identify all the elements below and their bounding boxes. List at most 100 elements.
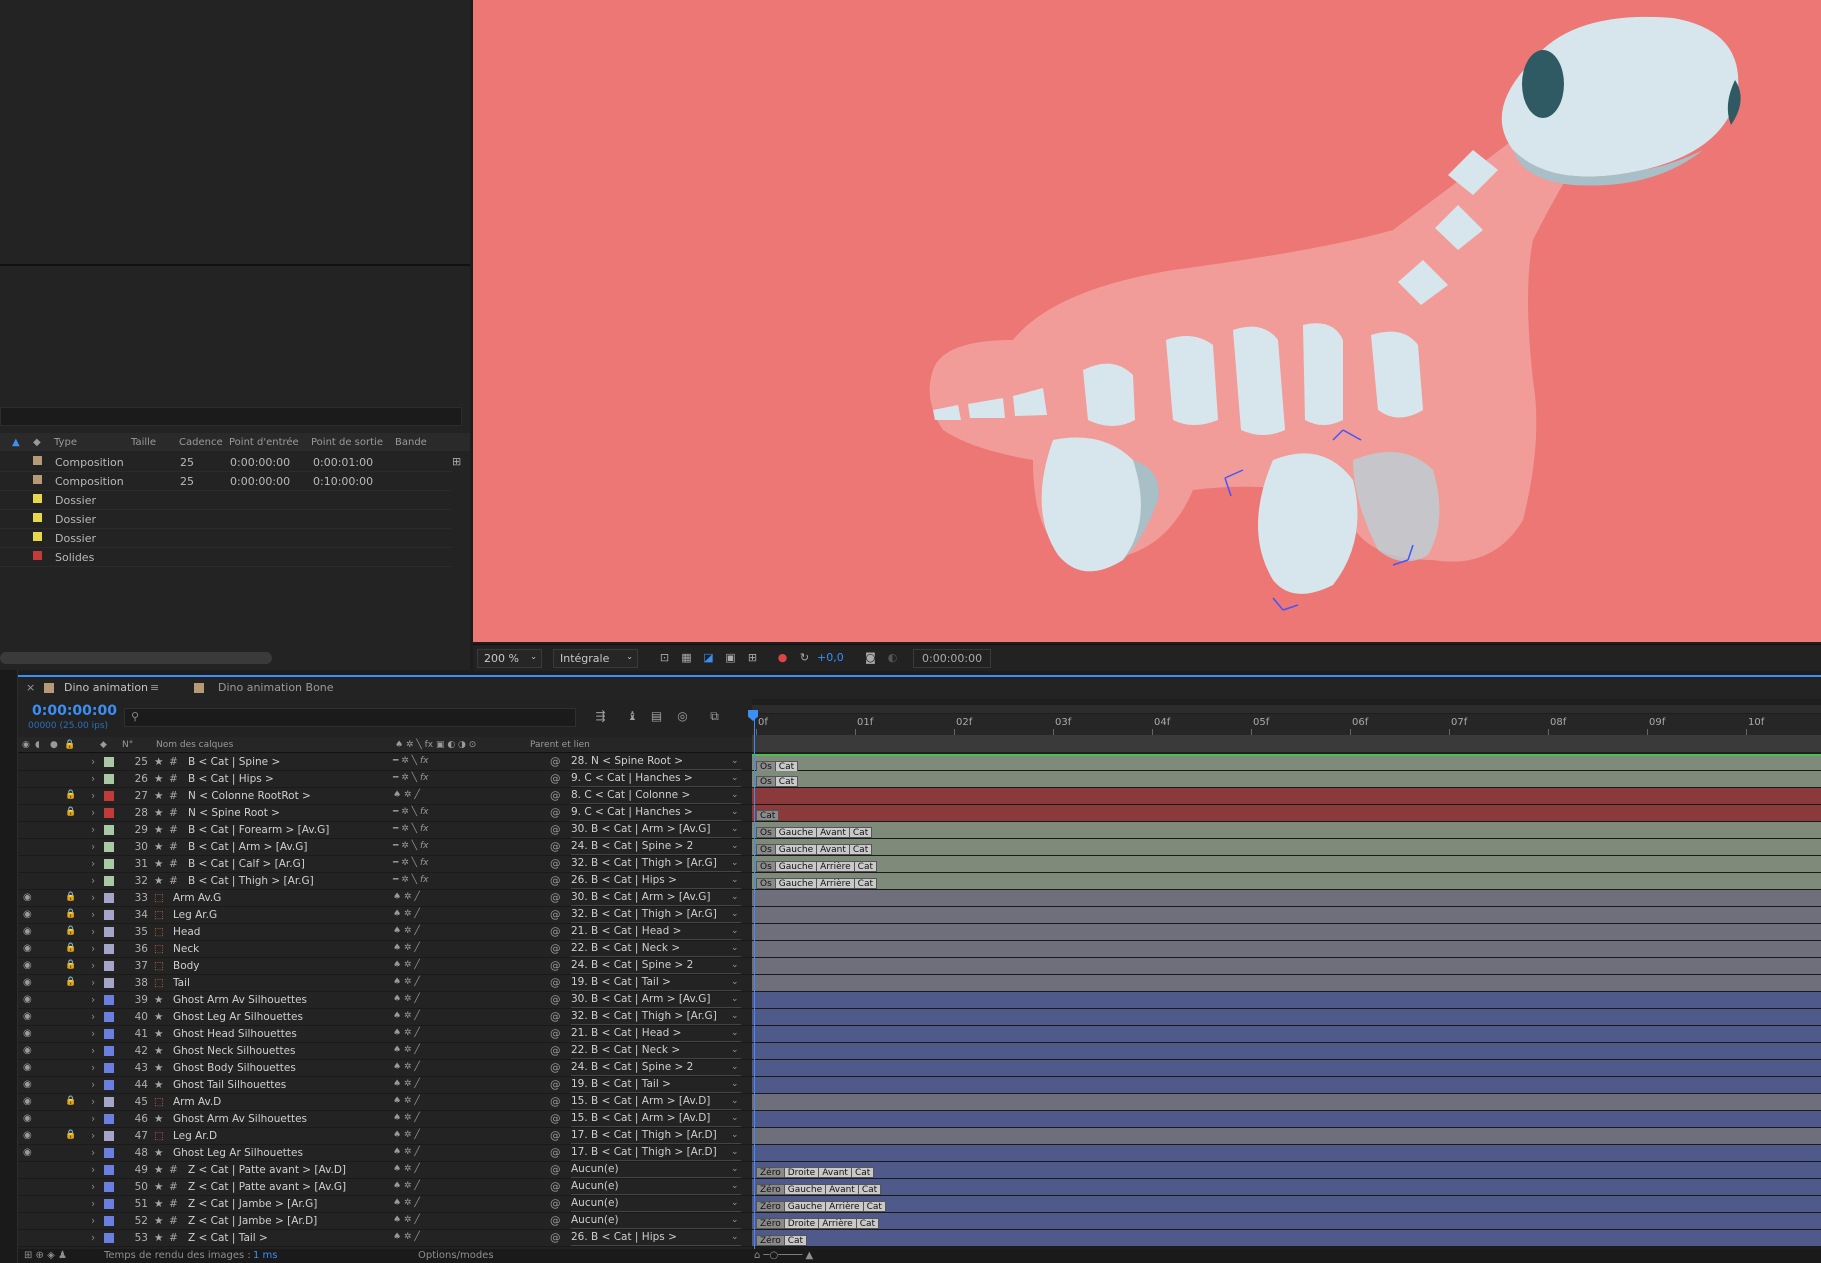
layer-row[interactable]: ◉ 🔒 › 35 ⬚ Head ♠ ✲ ╱ @21. B < Cat | Head > ⌄ <box>18 924 752 941</box>
expand-twirl-icon[interactable]: › <box>91 977 95 989</box>
layer-label-swatch[interactable] <box>104 1063 114 1073</box>
layer-duration-bar[interactable] <box>752 788 1821 805</box>
project-scrollbar[interactable] <box>0 652 272 664</box>
layer-marker-tags[interactable]: Os Gauche Arrière Cat <box>756 859 877 872</box>
layer-switches[interactable]: ♠ ✲ ╱ <box>393 790 420 800</box>
layer-row[interactable]: 🔒 › 28 ★ # N < Spine Root > ━ ✲ ╲ fx @9. C < Ca… <box>18 805 752 822</box>
layer-duration-bar[interactable] <box>752 1111 1821 1128</box>
pickwhip-icon[interactable]: @ <box>550 1079 561 1091</box>
layer-duration-bar[interactable] <box>752 941 1821 958</box>
expand-twirl-icon[interactable]: › <box>91 892 95 904</box>
layer-switches[interactable]: ♠ ✲ ╱ <box>393 909 420 919</box>
expand-twirl-icon[interactable]: › <box>91 1096 95 1108</box>
layer-switches[interactable]: ━ ✲ ╲ fx <box>393 875 428 885</box>
layer-label-swatch[interactable] <box>104 859 114 869</box>
close-tab-icon[interactable]: × <box>26 681 35 694</box>
chevron-down-icon[interactable]: ⌄ <box>731 1096 739 1106</box>
layer-row[interactable]: › 49 ★ # Z < Cat | Patte avant > [Av.D] ♠ ✲ ╱… <box>18 1162 752 1179</box>
layer-row[interactable]: › 52 ★ # Z < Cat | Jambe > [Ar.D] ♠ ✲ ╱ @ Aucun… <box>18 1213 752 1230</box>
layer-row[interactable]: ◉ 🔒 › 33 ⬚ Arm Av.G ♠ ✲ ╱ @30. B < Cat | Arm > … <box>18 890 752 907</box>
layer-row[interactable]: 🔒 › 27 ★ # N < Colonne RootRot > ♠ ✲ ╱ @8. C < … <box>18 788 752 805</box>
expand-twirl-icon[interactable]: › <box>91 858 95 870</box>
pickwhip-icon[interactable]: @ <box>550 858 561 870</box>
layer-label-swatch[interactable] <box>104 1216 114 1226</box>
layer-name[interactable]: Z < Cat | Jambe > [Ar.D] <box>188 1215 317 1227</box>
pickwhip-icon[interactable]: @ <box>550 824 561 836</box>
parent-dropdown[interactable]: Aucun(e) <box>571 1197 741 1212</box>
eye-icon[interactable]: ◉ <box>23 1113 35 1124</box>
expand-twirl-icon[interactable]: › <box>91 1011 95 1023</box>
pickwhip-icon[interactable]: @ <box>550 1198 561 1210</box>
item-label-swatch[interactable] <box>33 513 42 522</box>
layer-row[interactable]: ◉ 🔒 › 34 ⬚ Leg Ar.G ♠ ✲ ╱ @32. B < Cat | Thigh … <box>18 907 752 924</box>
parent-dropdown[interactable]: 19. B < Cat | Tail > <box>571 1078 741 1093</box>
layer-row[interactable]: › 51 ★ # Z < Cat | Jambe > [Ar.G] ♠ ✲ ╱ @ Aucun… <box>18 1196 752 1213</box>
layer-row[interactable]: › 31 ★ # B < Cat | Calf > [Ar.G] ━ ✲ ╲ fx @32.… <box>18 856 752 873</box>
layer-row[interactable]: ◉ › 46 ★ Ghost Arm Av Silhouettes ♠ ✲ ╱ @15. B… <box>18 1111 752 1128</box>
lock-icon[interactable]: 🔒 <box>65 926 76 936</box>
layer-duration-bar[interactable]: Zéro Gauche Avant Cat <box>752 1179 1821 1196</box>
layer-name[interactable]: Ghost Arm Av Silhouettes <box>173 994 307 1006</box>
layer-row[interactable]: ◉ 🔒 › 36 ⬚ Neck ♠ ✲ ╱ @22. B < Cat | Neck > ⌄ <box>18 941 752 958</box>
item-label-swatch[interactable] <box>33 475 42 484</box>
tab-dino-animation[interactable]: Dino animation <box>64 681 148 694</box>
layer-row[interactable]: › 29 ★ # B < Cat | Forearm > [Av.G] ━ ✲ ╲ fx @… <box>18 822 752 839</box>
parent-dropdown[interactable]: 17. B < Cat | Thigh > [Ar.D] <box>571 1129 741 1144</box>
pickwhip-icon[interactable]: @ <box>550 1028 561 1040</box>
layer-row[interactable]: ◉ 🔒 › 37 ⬚ Body ♠ ✲ ╱ @24. B < Cat | Spine > 2 ⌄ <box>18 958 752 975</box>
layer-row[interactable]: › 26 ★ # B < Cat | Hips > ━ ✲ ╲ fx @9. C < Cat… <box>18 771 752 788</box>
layer-name[interactable]: B < Cat | Thigh > [Ar.G] <box>188 875 314 887</box>
layer-marker-tags[interactable]: Os Gauche Arrière Cat <box>756 876 877 889</box>
layer-name[interactable]: Z < Cat | Tail > <box>188 1232 268 1244</box>
layer-label-swatch[interactable] <box>104 876 114 886</box>
expand-twirl-icon[interactable]: › <box>91 1181 95 1193</box>
layer-switches[interactable]: ♠ ✲ ╱ <box>393 1113 420 1123</box>
layer-name[interactable]: Z < Cat | Jambe > [Ar.G] <box>188 1198 317 1210</box>
layer-duration-bar[interactable]: Os Cat <box>752 754 1821 772</box>
layer-duration-bar[interactable] <box>752 992 1821 1009</box>
col-rate[interactable]: Cadence <box>179 437 223 448</box>
lock-icon[interactable]: 🔒 <box>65 909 76 919</box>
expand-twirl-icon[interactable]: › <box>91 1232 95 1244</box>
eye-icon[interactable]: ◉ <box>23 1079 35 1090</box>
chevron-down-icon[interactable]: ⌄ <box>731 1113 739 1123</box>
layer-row[interactable]: ◉ › 42 ★ Ghost Neck Silhouettes ♠ ✲ ╱ @22. B <… <box>18 1043 752 1060</box>
layer-duration-bar[interactable]: Cat <box>752 805 1821 822</box>
layer-duration-bar[interactable] <box>752 1026 1821 1043</box>
parent-dropdown[interactable]: 22. B < Cat | Neck > <box>571 942 741 957</box>
parent-dropdown[interactable]: 30. B < Cat | Arm > [Av.G] <box>571 993 741 1008</box>
expand-twirl-icon[interactable]: › <box>91 807 95 819</box>
layer-label-swatch[interactable] <box>104 1046 114 1056</box>
layer-duration-bar[interactable] <box>752 1094 1821 1111</box>
parent-dropdown[interactable]: 26. B < Cat | Hips > <box>571 874 741 889</box>
layer-switches[interactable]: ♠ ✲ ╱ <box>393 1147 420 1157</box>
pickwhip-icon[interactable]: @ <box>550 994 561 1006</box>
time-ruler[interactable]: 0f 01f 02f 03f 04f 05f 06f 07f 08f 09f 10f <box>752 714 1821 735</box>
layer-duration-bar[interactable]: Os Gauche Avant Cat <box>752 822 1821 839</box>
layer-name[interactable]: Ghost Neck Silhouettes <box>173 1045 296 1057</box>
layer-label-swatch[interactable] <box>104 978 114 988</box>
layer-label-swatch[interactable] <box>104 1199 114 1209</box>
layer-switches[interactable]: ♠ ✲ ╱ <box>393 1045 420 1055</box>
layer-duration-bar[interactable]: Os Gauche Arrière Cat <box>752 856 1821 873</box>
col-tape[interactable]: Bande <box>395 437 427 448</box>
lock-icon[interactable]: 🔒 <box>65 977 76 987</box>
chevron-down-icon[interactable]: ⌄ <box>731 943 739 953</box>
pickwhip-icon[interactable]: @ <box>550 1215 561 1227</box>
pickwhip-icon[interactable]: @ <box>550 1045 561 1057</box>
expand-twirl-icon[interactable]: › <box>91 926 95 938</box>
layer-name[interactable]: B < Cat | Spine > <box>188 756 280 768</box>
layer-duration-bar[interactable] <box>752 1077 1821 1094</box>
current-time[interactable]: 0:00:00:00 <box>32 703 117 719</box>
layer-name[interactable]: N < Colonne RootRot > <box>188 790 311 802</box>
col-layer-number[interactable]: N° <box>122 740 133 750</box>
expand-twirl-icon[interactable]: › <box>91 875 95 887</box>
layer-marker-tags[interactable]: Zéro Droite Arrière Cat <box>756 1216 880 1229</box>
eye-icon[interactable]: ◉ <box>23 943 35 954</box>
pickwhip-icon[interactable]: @ <box>550 773 561 785</box>
eye-icon[interactable]: ◉ <box>23 926 35 937</box>
chevron-down-icon[interactable]: ⌄ <box>731 1215 739 1225</box>
pickwhip-icon[interactable]: @ <box>550 1147 561 1159</box>
layer-name[interactable]: Ghost Leg Ar Silhouettes <box>173 1147 303 1159</box>
parent-dropdown[interactable]: 21. B < Cat | Head > <box>571 1027 741 1042</box>
